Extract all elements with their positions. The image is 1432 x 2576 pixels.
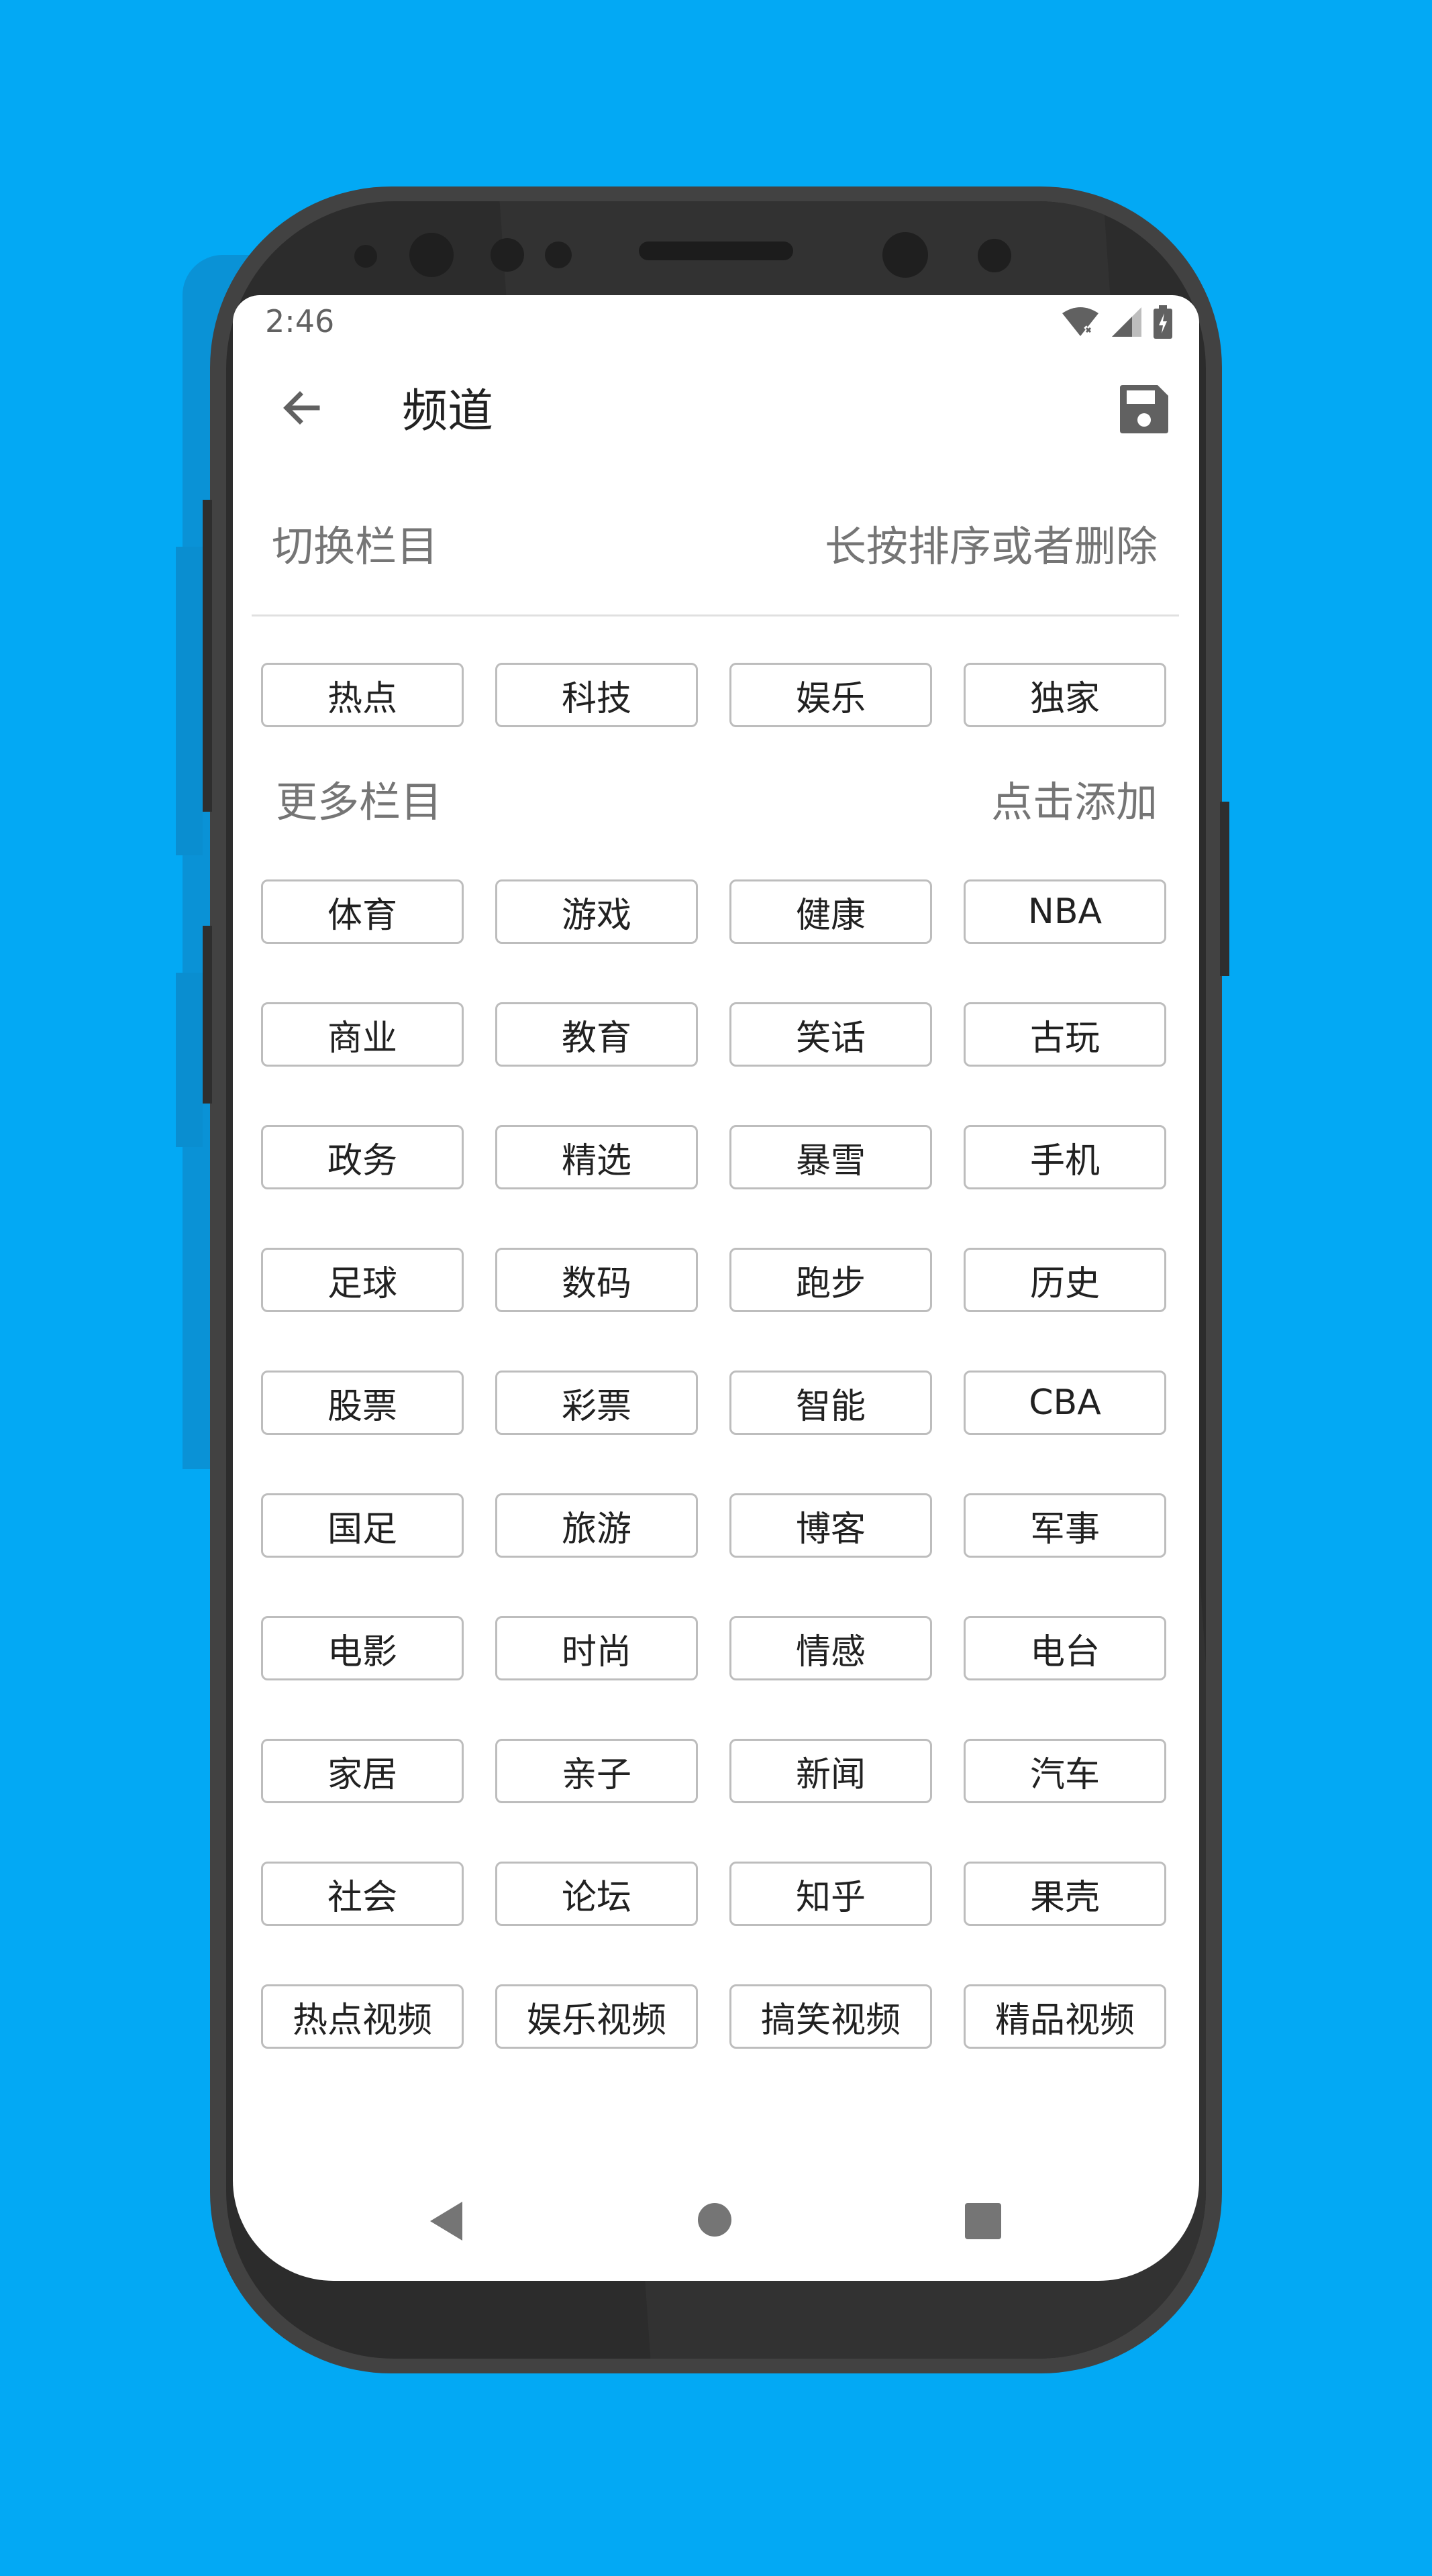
power-button	[1220, 802, 1229, 976]
battery-charging-icon	[1154, 305, 1172, 341]
nav-back-button[interactable]	[427, 2200, 465, 2245]
status-time: 2:46	[265, 303, 335, 339]
nav-recents-button[interactable]	[965, 2203, 1001, 2239]
more-channel-chip[interactable]: 游戏	[495, 879, 698, 944]
more-channel-chip[interactable]: CBA	[964, 1371, 1166, 1435]
more-channel-chip[interactable]: 教育	[495, 1002, 698, 1067]
volume-button	[203, 926, 212, 1104]
save-button[interactable]	[1119, 384, 1170, 435]
more-channel-chip[interactable]: 知乎	[729, 1862, 932, 1926]
more-channel-chip[interactable]: 旅游	[495, 1493, 698, 1558]
sensor-dot	[978, 239, 1011, 272]
my-channels-title: 切换栏目	[272, 522, 439, 571]
more-channel-chip[interactable]: 果壳	[964, 1862, 1166, 1926]
screen: 2:46 频道 切换栏目 长按排序或者删除 热点 科技 娱乐 独家 更多栏目 点…	[233, 295, 1199, 2281]
more-channel-chip[interactable]: 社会	[261, 1862, 464, 1926]
more-channel-chip[interactable]: 热点视频	[261, 1984, 464, 2049]
more-channel-chip[interactable]: 股票	[261, 1371, 464, 1435]
volume-button	[203, 500, 212, 812]
my-channel-chip[interactable]: 娱乐	[729, 663, 932, 727]
my-channel-chip[interactable]: 独家	[964, 663, 1166, 727]
more-channel-chip[interactable]: 健康	[729, 879, 932, 944]
more-channel-chip[interactable]: 政务	[261, 1125, 464, 1189]
status-bar: 2:46	[233, 295, 1199, 349]
more-channel-chip[interactable]: 商业	[261, 1002, 464, 1067]
more-channel-chip[interactable]: 精品视频	[964, 1984, 1166, 2049]
nav-home-button[interactable]	[698, 2203, 731, 2237]
more-channel-chip[interactable]: 手机	[964, 1125, 1166, 1189]
my-channel-chip[interactable]: 科技	[495, 663, 698, 727]
more-channel-chip[interactable]: 汽车	[964, 1739, 1166, 1803]
more-channels-title: 更多栏目	[276, 777, 443, 826]
my-channels-hint: 长按排序或者删除	[824, 522, 1158, 571]
more-channel-chip[interactable]: 情感	[729, 1616, 932, 1680]
more-channel-chip[interactable]: 跑步	[729, 1248, 932, 1312]
more-channels-hint: 点击添加	[990, 777, 1158, 826]
more-channel-chip[interactable]: 历史	[964, 1248, 1166, 1312]
more-channel-chip[interactable]: 论坛	[495, 1862, 698, 1926]
more-channel-chip[interactable]: NBA	[964, 879, 1166, 944]
front-camera	[882, 232, 928, 278]
navigation-bar	[233, 2174, 1199, 2281]
page-title: 频道	[402, 385, 494, 438]
more-channel-chip[interactable]: 国足	[261, 1493, 464, 1558]
more-channel-chip[interactable]: 电影	[261, 1616, 464, 1680]
earpiece-speaker	[639, 241, 793, 260]
phone-side-shadow	[176, 973, 203, 1147]
more-channel-chip[interactable]: 搞笑视频	[729, 1984, 932, 2049]
more-channels-header: 更多栏目 点击添加	[233, 782, 1199, 849]
arrow-back-icon	[280, 386, 323, 432]
more-channel-chip[interactable]: 亲子	[495, 1739, 698, 1803]
more-channel-chip[interactable]: 数码	[495, 1248, 698, 1312]
app-bar: 频道	[233, 349, 1199, 470]
camera-lens	[409, 233, 454, 277]
save-icon	[1119, 385, 1170, 437]
more-channel-chip[interactable]: 时尚	[495, 1616, 698, 1680]
sensor-dot	[491, 238, 524, 272]
more-channel-chip[interactable]: 足球	[261, 1248, 464, 1312]
more-channel-chip[interactable]: 暴雪	[729, 1125, 932, 1189]
my-channels-header: 切换栏目 长按排序或者删除	[233, 526, 1199, 593]
more-channel-chip[interactable]: 彩票	[495, 1371, 698, 1435]
signal-icon	[1112, 307, 1141, 339]
sensor-dot	[545, 241, 572, 268]
wifi-off-icon	[1061, 307, 1100, 340]
more-channel-chip[interactable]: 娱乐视频	[495, 1984, 698, 2049]
sensor-dot	[354, 245, 377, 268]
more-channel-chip[interactable]: 军事	[964, 1493, 1166, 1558]
more-channel-chip[interactable]: 精选	[495, 1125, 698, 1189]
more-channel-chip[interactable]: 古玩	[964, 1002, 1166, 1067]
more-channel-chip[interactable]: 电台	[964, 1616, 1166, 1680]
back-button[interactable]	[273, 381, 329, 437]
more-channel-chip[interactable]: 新闻	[729, 1739, 932, 1803]
section-divider	[252, 614, 1179, 616]
phone-side-shadow	[176, 547, 203, 855]
more-channel-chip[interactable]: 家居	[261, 1739, 464, 1803]
more-channel-chip[interactable]: 博客	[729, 1493, 932, 1558]
more-channel-chip[interactable]: 笑话	[729, 1002, 932, 1067]
more-channel-chip[interactable]: 智能	[729, 1371, 932, 1435]
my-channel-chip[interactable]: 热点	[261, 663, 464, 727]
more-channel-chip[interactable]: 体育	[261, 879, 464, 944]
